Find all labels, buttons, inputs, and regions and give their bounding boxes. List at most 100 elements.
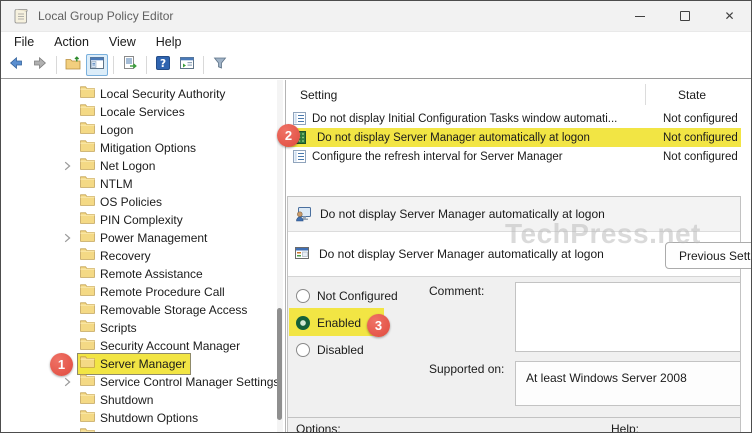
tree-item-label: Remote Procedure Call — [100, 285, 225, 299]
export-list-icon — [122, 55, 138, 76]
up-one-level-button[interactable] — [62, 54, 84, 76]
tree-item-label: OS Policies — [100, 195, 163, 209]
forward-button[interactable] — [29, 54, 51, 76]
back-icon — [8, 55, 24, 76]
menu-item-view[interactable]: View — [99, 32, 146, 52]
tree-item-logon[interactable]: Logon — [0, 121, 285, 139]
filter-button[interactable] — [209, 54, 231, 76]
tree-item-removable-storage-access[interactable]: Removable Storage Access — [0, 301, 285, 319]
maximize-button[interactable] — [662, 0, 707, 32]
show-action-pane-button[interactable] — [176, 54, 198, 76]
chevron-right-icon[interactable] — [64, 233, 78, 243]
tree-item-security-account-manager[interactable]: Security Account Manager — [0, 337, 285, 355]
previous-setting-button[interactable]: Previous Setting — [665, 242, 752, 269]
folder-icon — [80, 265, 95, 283]
tree-item-os-policies[interactable]: OS Policies — [0, 193, 285, 211]
tree-item-content: Mitigation Options — [78, 138, 200, 158]
chevron-right-icon[interactable] — [64, 161, 78, 171]
show-console-tree-button[interactable] — [86, 54, 108, 76]
radio-option-disabled[interactable]: Disabled — [296, 342, 398, 358]
tree-item-content — [78, 426, 104, 433]
column-separator[interactable] — [645, 84, 646, 105]
column-header-state[interactable]: State — [678, 88, 706, 102]
help-icon: ? — [155, 55, 171, 76]
tree-item-shutdown[interactable]: Shutdown — [0, 391, 285, 409]
folder-icon — [80, 247, 95, 265]
folder-icon — [80, 139, 95, 157]
setting-name: Do not display Initial Configuration Tas… — [312, 112, 618, 125]
settings-row[interactable]: Configure the refresh interval for Serve… — [286, 147, 741, 166]
close-button[interactable]: ✕ — [707, 0, 752, 32]
radio-label: Disabled — [317, 343, 364, 357]
tree-item-net-logon[interactable]: Net Logon — [0, 157, 285, 175]
tree-item-content: Service Control Manager Settings — [78, 372, 283, 392]
folder-icon — [80, 409, 95, 427]
folder-icon — [80, 121, 95, 139]
policy-dialog-strip: Do not display Server Manager automatica… — [288, 232, 752, 277]
menu-item-label: View — [108, 35, 136, 49]
folder-icon — [80, 193, 95, 211]
supported-on-label: Supported on: — [429, 362, 505, 376]
policy-dialog-footer: Options: Help: — [288, 417, 740, 433]
toolbar-separator — [56, 56, 57, 74]
tree-scrollbar-thumb[interactable] — [277, 308, 282, 420]
tree-item-label: Shutdown — [100, 393, 154, 407]
policy-dialog-icon — [294, 245, 310, 261]
window-title: Local Group Policy Editor — [38, 8, 174, 23]
tree-item-content: Locale Services — [78, 102, 189, 122]
radio-icon[interactable] — [296, 343, 310, 357]
menu-item-help[interactable]: Help — [146, 32, 192, 52]
close-icon: ✕ — [724, 9, 735, 23]
tree-item-content: Net Logon — [78, 156, 159, 176]
folder-icon — [80, 319, 95, 337]
tree-item-pin-complexity[interactable]: PIN Complexity — [0, 211, 285, 229]
options-label: Options: — [296, 422, 341, 433]
toolbar-separator — [113, 56, 114, 74]
tree-item-label: PIN Complexity — [100, 213, 183, 227]
comment-textarea[interactable] — [515, 282, 741, 352]
tree-item-remote-assistance[interactable]: Remote Assistance — [0, 265, 285, 283]
folder-icon — [80, 157, 95, 175]
folder-icon — [80, 301, 95, 319]
setting-state: Not configured — [663, 112, 738, 125]
chevron-right-icon[interactable] — [64, 377, 78, 387]
export-list-button[interactable] — [119, 54, 141, 76]
tree-item-locale-services[interactable]: Locale Services — [0, 103, 285, 121]
tree-item-content: OS Policies — [78, 192, 166, 212]
radio-icon[interactable] — [296, 316, 310, 330]
help-button[interactable]: ? — [152, 54, 174, 76]
tree-item-content: NTLM — [78, 174, 137, 194]
radio-icon[interactable] — [296, 289, 310, 303]
tree-item-recovery[interactable]: Recovery — [0, 247, 285, 265]
toolbar-separator — [203, 56, 204, 74]
folder-icon — [80, 373, 95, 391]
content-area: Local Security Authority Locale Services… — [0, 80, 752, 433]
settings-row[interactable]: Do not display Server Manager automatica… — [286, 128, 741, 147]
tree-item-scripts[interactable]: Scripts — [0, 319, 285, 337]
tree-item-label: Remote Assistance — [100, 267, 203, 281]
policy-title-strip: Do not display Server Manager automatica… — [288, 197, 740, 232]
menu-item-action[interactable]: Action — [44, 32, 99, 52]
settings-row[interactable]: Do not display Initial Configuration Tas… — [286, 109, 741, 128]
tree-item-label: Net Logon — [100, 159, 156, 173]
minimize-button[interactable] — [617, 0, 662, 32]
menu-item-file[interactable]: File — [4, 32, 44, 52]
show-console-tree-icon — [89, 55, 105, 76]
tree-item-server-manager[interactable]: Server Manager — [0, 353, 285, 375]
tree-item-label: Locale Services — [100, 105, 185, 119]
tree-item-mitigation-options[interactable]: Mitigation Options — [0, 139, 285, 157]
radio-option-not-configured[interactable]: Not Configured — [296, 288, 398, 304]
tree-item-local-security-authority[interactable]: Local Security Authority — [0, 85, 285, 103]
tree-item-power-management[interactable]: Power Management — [0, 229, 285, 247]
back-button[interactable] — [5, 54, 27, 76]
tree-item-content: Security Account Manager — [78, 336, 244, 356]
column-header-setting[interactable]: Setting — [300, 88, 337, 102]
tree-item-service-control-manager-settings[interactable]: Service Control Manager Settings — [0, 373, 285, 391]
tree-item-ntlm[interactable]: NTLM — [0, 175, 285, 193]
callout-badge-3: 3 — [367, 314, 390, 337]
tree-item-remote-procedure-call[interactable]: Remote Procedure Call — [0, 283, 285, 301]
supported-on-value: At least Windows Server 2008 — [515, 361, 741, 406]
monitor-user-icon — [295, 206, 312, 222]
tree-item-shutdown-options[interactable]: Shutdown Options — [0, 409, 285, 427]
filter-icon — [212, 55, 228, 76]
